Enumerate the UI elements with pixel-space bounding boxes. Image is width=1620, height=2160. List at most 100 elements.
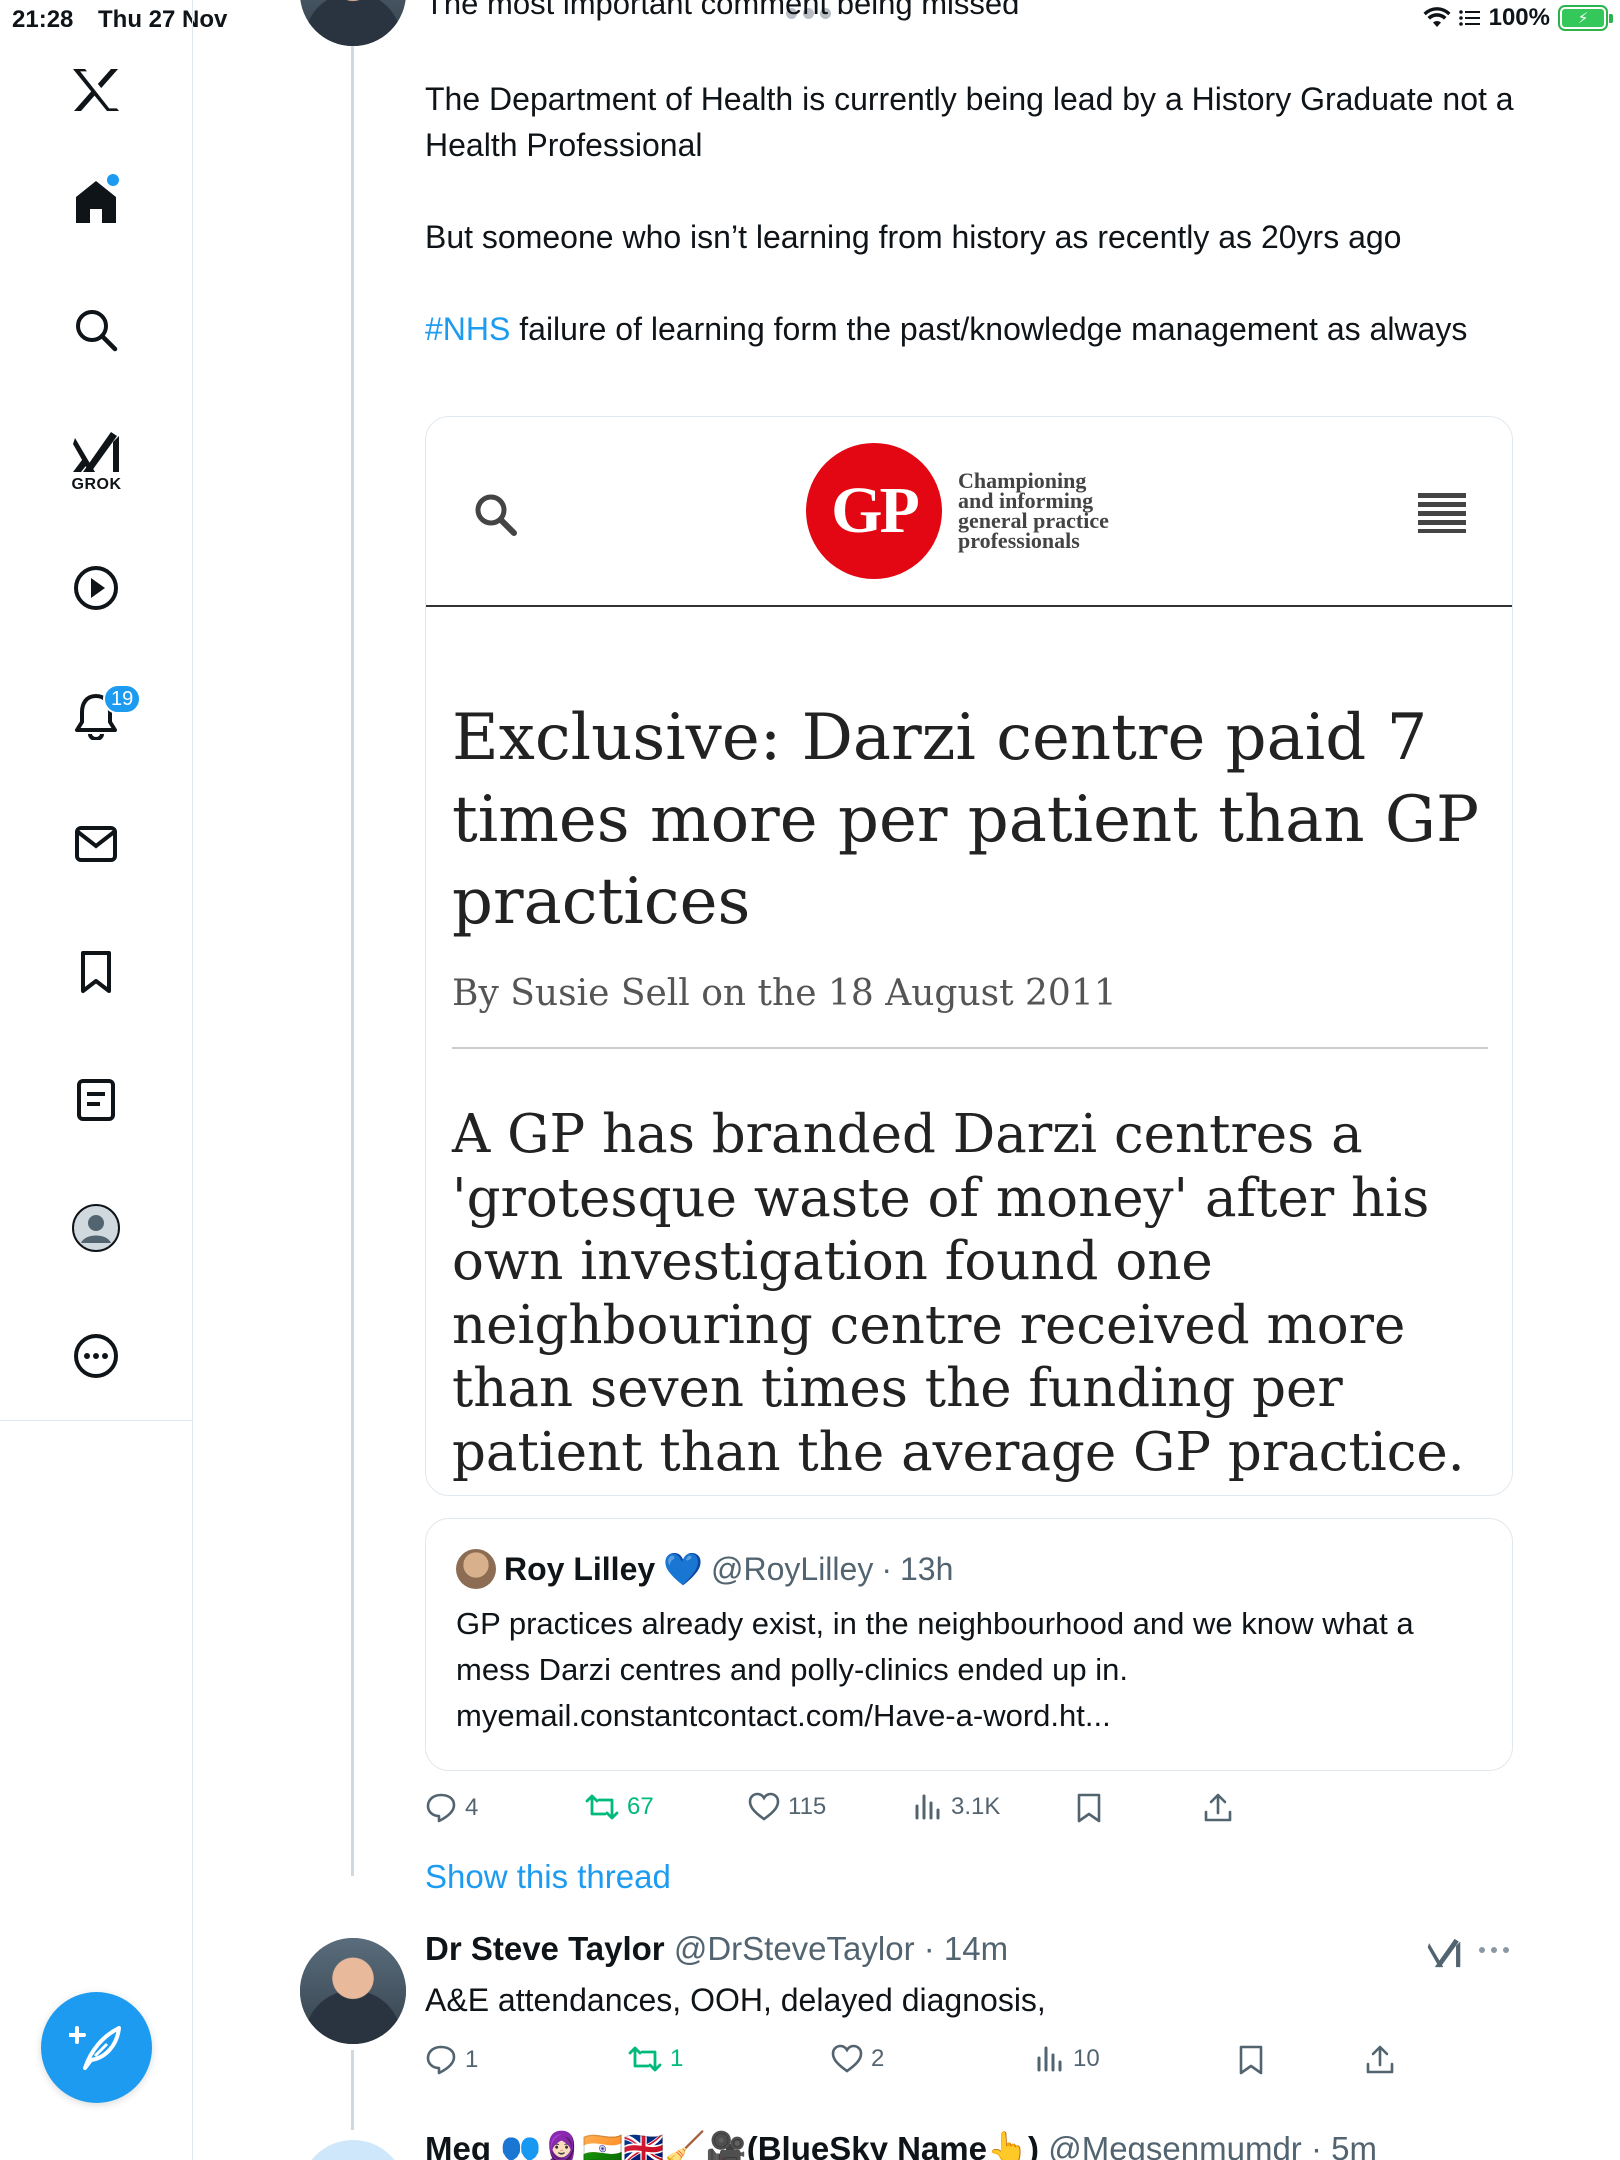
like-count: 2 (871, 2045, 885, 2072)
view-count: 3.1K (951, 1793, 1001, 1820)
list-status-icon (1458, 10, 1480, 26)
x-logo-icon[interactable] (62, 56, 130, 124)
dot-separator: · (923, 1930, 935, 1967)
wifi-icon (1423, 7, 1451, 27)
views-button[interactable]: 10 (1035, 2044, 1100, 2074)
view-count: 10 (1073, 2045, 1100, 2072)
verified-heart-icon: 💙 (663, 1551, 703, 1587)
reply-time: 14m (943, 1930, 1009, 1967)
more-options-icon[interactable] (1478, 1942, 1510, 1960)
reply-icon (426, 1793, 456, 1823)
like-count: 115 (788, 1793, 827, 1820)
search-icon (472, 491, 518, 542)
article-standfirst: A GP has branded Darzi centres a 'grotes… (452, 1104, 1465, 1483)
article-card[interactable]: GP Championing and informing general pra… (425, 416, 1513, 1496)
tweet-paragraph-3-text: failure of learning form the past/knowle… (510, 311, 1468, 347)
list-icon[interactable] (62, 1066, 130, 1134)
article-card-masthead: GP Championing and informing general pra… (426, 417, 1512, 607)
reply-text: A&E attendances, OOH, delayed diagnosis, (425, 1982, 1046, 2018)
search-icon[interactable] (62, 296, 130, 364)
next-author-avatar[interactable] (300, 2140, 406, 2160)
avatar-icon[interactable] (62, 1194, 130, 1262)
reply-button[interactable]: 1 (425, 2044, 478, 2076)
reply-header: Dr Steve Taylor @DrSteveTaylor · 14m (425, 1930, 1008, 1968)
article-divider (452, 1047, 1488, 1049)
gp-tagline: Championing and informing general practi… (958, 470, 1109, 553)
reply-count: 1 (465, 2046, 479, 2073)
battery-percent: 100% (1488, 4, 1550, 31)
show-thread-link[interactable]: Show this thread (425, 1858, 671, 1896)
tweet-paragraph-1: The Department of Health is currently be… (425, 81, 1514, 163)
sidebar: GROK 19 (0, 0, 193, 2160)
author-avatar[interactable] (300, 0, 406, 46)
bookmark-button[interactable] (1237, 2044, 1265, 2076)
reply-author-handle: @DrSteveTaylor (673, 1930, 915, 1967)
hashtag-link[interactable]: #NHS (425, 311, 510, 347)
reply-author-avatar[interactable] (300, 1938, 406, 2044)
play-icon[interactable] (62, 554, 130, 622)
reply-count: 4 (465, 1794, 479, 1821)
dot-separator: · (1310, 2130, 1322, 2160)
battery-icon: ⚡ (1558, 5, 1613, 31)
grok-icon[interactable] (1426, 1936, 1462, 1975)
tweet-actions: 4 67 115 3.1K (425, 1792, 1525, 1836)
heart-icon (831, 2044, 863, 2073)
notification-badge: 19 (103, 684, 142, 714)
like-button[interactable]: 2 (831, 2044, 884, 2074)
bookmark-icon[interactable] (62, 938, 130, 1006)
grok-label: GROK (71, 476, 122, 493)
quoted-tweet[interactable]: Roy Lilley 💙 @RoyLilley · 13h GP practic… (425, 1518, 1513, 1771)
bookmark-icon (1077, 1793, 1101, 1823)
quoted-tweet-text: GP practices already exist, in the neigh… (456, 1606, 1414, 1733)
home-unread-dot (107, 174, 119, 186)
article-byline: By Susie Sell on the 18 August 2011 (452, 973, 1117, 1014)
home-icon[interactable] (62, 168, 130, 236)
tweet-paragraph-3: #NHS failure of learning form the past/k… (425, 306, 1515, 352)
reply-icon (426, 2045, 456, 2075)
views-icon (915, 1794, 940, 1820)
reply-author-name[interactable]: Dr Steve Taylor (425, 1930, 665, 1967)
tweet-paragraph-2: But someone who isn’t learning from hist… (425, 219, 1402, 255)
next-tweet-header: Meg 👥🧕🏻🇮🇳🇬🇧🧹🎥(BlueSky Name👆) @Megsenmumd… (425, 2130, 1377, 2160)
dot-separator: · (881, 1550, 892, 1587)
quoted-time: 13h (899, 1550, 954, 1587)
share-icon (1204, 1793, 1232, 1822)
sidebar-divider (0, 1420, 193, 1421)
bookmark-button[interactable] (1075, 1792, 1103, 1824)
compose-button[interactable] (41, 1992, 152, 2103)
share-button[interactable] (1203, 1792, 1233, 1824)
quoted-author-name: Roy Lilley (504, 1550, 656, 1587)
gp-tagline-line-4: professionals (958, 528, 1080, 553)
share-icon (1366, 2045, 1394, 2074)
views-icon (1037, 2046, 1062, 2072)
status-right: 100% ⚡ (1423, 4, 1613, 32)
article-headline: Exclusive: Darzi centre paid 7 times mor… (452, 701, 1480, 939)
next-time: 5m (1331, 2130, 1377, 2160)
more-circle-icon[interactable] (62, 1322, 130, 1390)
like-button[interactable]: 115 (748, 1792, 826, 1822)
gp-logo: GP (806, 443, 942, 579)
quoted-author-handle: @RoyLilley (711, 1550, 874, 1587)
heart-icon (748, 1792, 780, 1821)
repost-button[interactable]: 1 (628, 2044, 683, 2074)
repost-count: 67 (627, 1793, 654, 1820)
compose-icon (68, 2025, 121, 2070)
views-button[interactable]: 3.1K (913, 1792, 1000, 1822)
next-author-handle: @Megsenmumdr (1048, 2130, 1302, 2160)
repost-icon (585, 1794, 619, 1820)
quoted-author-avatar (456, 1549, 496, 1589)
tweet-header-fragment: The most important comment being missed (425, 0, 1020, 21)
repost-icon (628, 2046, 662, 2072)
share-button[interactable] (1365, 2044, 1395, 2076)
repost-button[interactable]: 67 (585, 1792, 654, 1822)
next-author-name[interactable]: Meg 👥🧕🏻🇮🇳🇬🇧🧹🎥(BlueSky Name👆) (425, 2130, 1039, 2160)
quoted-tweet-header: Roy Lilley 💙 @RoyLilley · 13h (456, 1549, 953, 1589)
bookmark-icon (1239, 2045, 1263, 2075)
hamburger-menu-icon (1418, 493, 1466, 538)
reply-actions: 1 1 2 10 (425, 2044, 1525, 2088)
thread-connector (351, 46, 354, 1876)
repost-count: 1 (670, 2045, 684, 2072)
mail-icon[interactable] (62, 810, 130, 878)
thread-connector-lower (351, 2050, 354, 2130)
reply-button[interactable]: 4 (425, 1792, 478, 1824)
